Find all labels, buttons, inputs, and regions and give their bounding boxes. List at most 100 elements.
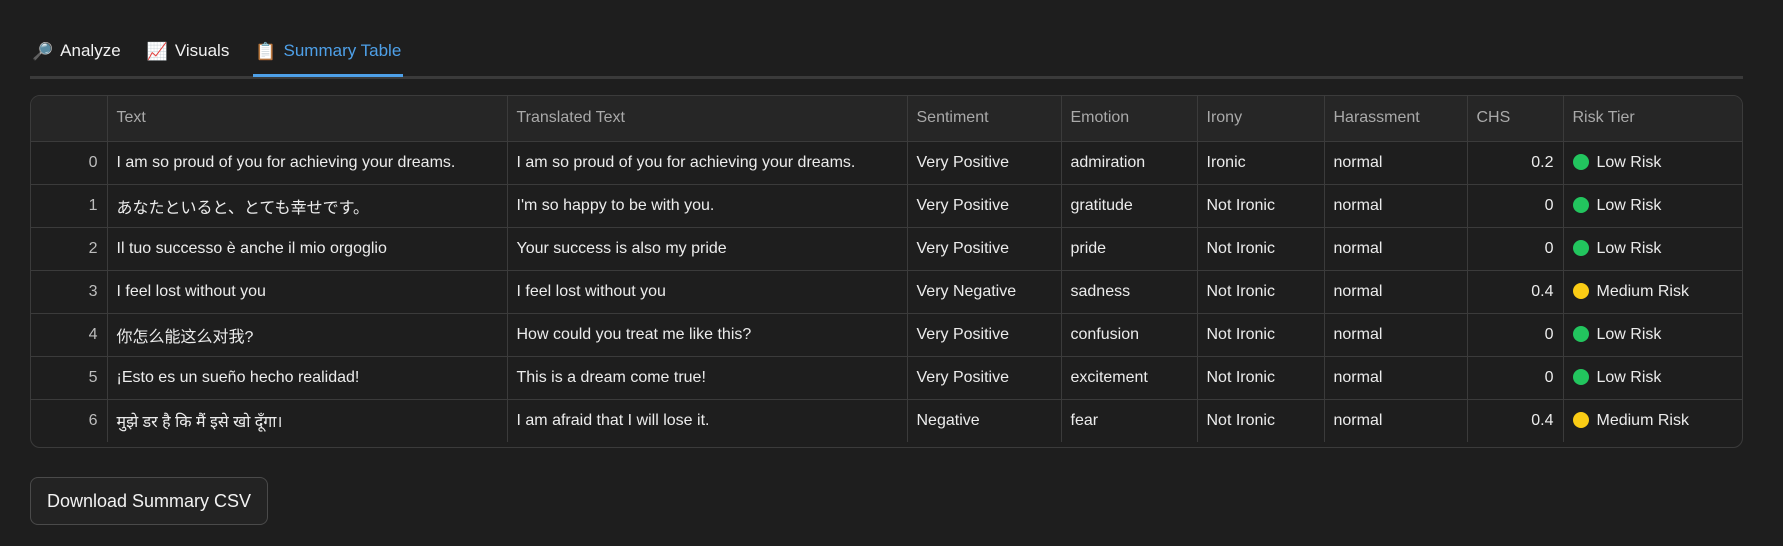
text-cell[interactable]: I feel lost without you (107, 270, 508, 314)
harassment-cell[interactable]: normal (1324, 399, 1468, 442)
emotion-cell[interactable]: gratitude (1061, 184, 1198, 228)
column-header-text[interactable]: Text (107, 96, 508, 142)
text-cell[interactable]: I am so proud of you for achieving your … (107, 141, 508, 185)
risk-tier-cell[interactable]: Low Risk (1563, 227, 1742, 271)
harassment-cell[interactable]: normal (1324, 356, 1468, 400)
harassment-cell[interactable]: normal (1324, 184, 1468, 228)
text-cell[interactable]: Il tuo successo è anche il mio orgoglio (107, 227, 508, 271)
risk-status-dot-icon (1572, 196, 1589, 213)
sentiment-cell[interactable]: Negative (907, 399, 1062, 442)
table-row: 0I am so proud of you for achieving your… (31, 141, 1742, 185)
column-header-emotion[interactable]: Emotion (1061, 96, 1198, 142)
tab-label: Analyze (60, 41, 121, 60)
risk-tier-cell[interactable]: Low Risk (1563, 356, 1742, 400)
risk-tier-cell[interactable]: Medium Risk (1563, 399, 1742, 442)
risk-tier-label: Low Risk (1596, 153, 1662, 171)
risk-tier-label: Medium Risk (1596, 282, 1689, 300)
chs-cell[interactable]: 0.4 (1467, 270, 1564, 314)
row-index[interactable]: 5 (31, 356, 108, 400)
translated-text-cell[interactable]: I'm so happy to be with you. (507, 184, 908, 228)
risk-tier-cell[interactable]: Low Risk (1563, 184, 1742, 228)
column-header-index[interactable] (31, 96, 108, 142)
risk-status-dot-icon (1572, 325, 1589, 342)
emotion-cell[interactable]: fear (1061, 399, 1198, 442)
irony-cell[interactable]: Not Ironic (1197, 313, 1325, 357)
chs-cell[interactable]: 0.4 (1467, 399, 1564, 442)
row-index[interactable]: 2 (31, 227, 108, 271)
row-index[interactable]: 1 (31, 184, 108, 228)
risk-status-dot-icon (1572, 368, 1589, 385)
column-header-chs[interactable]: CHS (1467, 96, 1564, 142)
table-row: 1 あなたといると、とても幸せです。 I'm so happy to be with… (31, 184, 1742, 228)
text-cell[interactable]: मुझे डर है कि मैं इसे खो दूँगा। (107, 399, 508, 442)
translated-text-cell[interactable]: I am afraid that I will lose it. (507, 399, 908, 442)
risk-tier-label: Low Risk (1596, 239, 1662, 257)
risk-tier-label: Low Risk (1596, 368, 1662, 386)
irony-cell[interactable]: Not Ironic (1197, 227, 1325, 271)
emotion-cell[interactable]: excitement (1061, 356, 1198, 400)
sentiment-cell[interactable]: Very Positive (907, 184, 1062, 228)
harassment-cell[interactable]: normal (1324, 313, 1468, 357)
column-header-sentiment[interactable]: Sentiment (907, 96, 1062, 142)
sentiment-cell[interactable]: Very Positive (907, 356, 1062, 400)
row-index[interactable]: 6 (31, 399, 108, 442)
irony-cell[interactable]: Not Ironic (1197, 399, 1325, 442)
translated-text-cell[interactable]: I feel lost without you (507, 270, 908, 314)
row-index[interactable]: 4 (31, 313, 108, 357)
magnifier-icon: 🔎 (32, 41, 54, 61)
risk-tier-label: Medium Risk (1596, 411, 1689, 429)
risk-status-dot-icon (1572, 153, 1589, 170)
risk-tier-cell[interactable]: Low Risk (1563, 141, 1742, 185)
row-index[interactable]: 3 (31, 270, 108, 314)
summary-table: Text Translated Text Sentiment Emotion I… (30, 95, 1743, 448)
risk-status-dot-icon (1572, 239, 1589, 256)
tab-bar: 🔎 Analyze 📈 Visuals 📋 Summary Table (30, 28, 1743, 79)
risk-tier-cell[interactable]: Low Risk (1563, 313, 1742, 357)
tab-summary-table[interactable]: 📋 Summary Table (253, 28, 404, 77)
harassment-cell[interactable]: normal (1324, 270, 1468, 314)
text-cell[interactable]: あなたといると、とても幸せです。 (107, 184, 508, 228)
chs-cell[interactable]: 0 (1467, 184, 1564, 228)
risk-status-dot-icon (1572, 282, 1589, 299)
text-cell[interactable]: ¡Esto es un sueño hecho realidad! (107, 356, 508, 400)
emotion-cell[interactable]: confusion (1061, 313, 1198, 357)
column-header-risk-tier[interactable]: Risk Tier (1563, 96, 1742, 142)
sentiment-cell[interactable]: Very Positive (907, 141, 1062, 185)
column-header-irony[interactable]: Irony (1197, 96, 1325, 142)
translated-text-cell[interactable]: This is a dream come true! (507, 356, 908, 400)
chart-increasing-icon: 📈 (146, 41, 168, 61)
risk-tier-cell[interactable]: Medium Risk (1563, 270, 1742, 314)
irony-cell[interactable]: Not Ironic (1197, 356, 1325, 400)
sentiment-cell[interactable]: Very Positive (907, 227, 1062, 271)
text-cell[interactable]: 你怎么能这么对我? (107, 313, 508, 357)
table-row: 6 मुझे डर है कि मैं इसे खो दूँगा। I am afr… (31, 399, 1742, 442)
chs-cell[interactable]: 0 (1467, 313, 1564, 357)
emotion-cell[interactable]: sadness (1061, 270, 1198, 314)
irony-cell[interactable]: Ironic (1197, 141, 1325, 185)
irony-cell[interactable]: Not Ironic (1197, 270, 1325, 314)
translated-text-cell[interactable]: How could you treat me like this? (507, 313, 908, 357)
risk-tier-label: Low Risk (1596, 325, 1662, 343)
translated-text-cell[interactable]: I am so proud of you for achieving your … (507, 141, 908, 185)
sentiment-cell[interactable]: Very Positive (907, 313, 1062, 357)
column-header-harassment[interactable]: Harassment (1324, 96, 1468, 142)
table-row: 4 你怎么能这么对我? How could you treat me like th… (31, 313, 1742, 357)
harassment-cell[interactable]: normal (1324, 141, 1468, 185)
download-summary-csv-button[interactable]: Download Summary CSV (30, 477, 268, 525)
emotion-cell[interactable]: pride (1061, 227, 1198, 271)
irony-cell[interactable]: Not Ironic (1197, 184, 1325, 228)
tab-analyze[interactable]: 🔎 Analyze (30, 28, 123, 74)
sentiment-cell[interactable]: Very Negative (907, 270, 1062, 314)
row-index[interactable]: 0 (31, 141, 108, 185)
chs-cell[interactable]: 0 (1467, 227, 1564, 271)
column-header-translated-text[interactable]: Translated Text (507, 96, 908, 142)
tab-label: Visuals (174, 41, 230, 60)
tab-visuals[interactable]: 📈 Visuals (145, 28, 232, 74)
translated-text-cell[interactable]: Your success is also my pride (507, 227, 908, 271)
risk-tier-label: Low Risk (1596, 196, 1662, 214)
table-row: 2 Il tuo successo è anche il mio orgoglio… (31, 227, 1742, 271)
chs-cell[interactable]: 0.2 (1467, 141, 1564, 185)
chs-cell[interactable]: 0 (1467, 356, 1564, 400)
emotion-cell[interactable]: admiration (1061, 141, 1198, 185)
harassment-cell[interactable]: normal (1324, 227, 1468, 271)
